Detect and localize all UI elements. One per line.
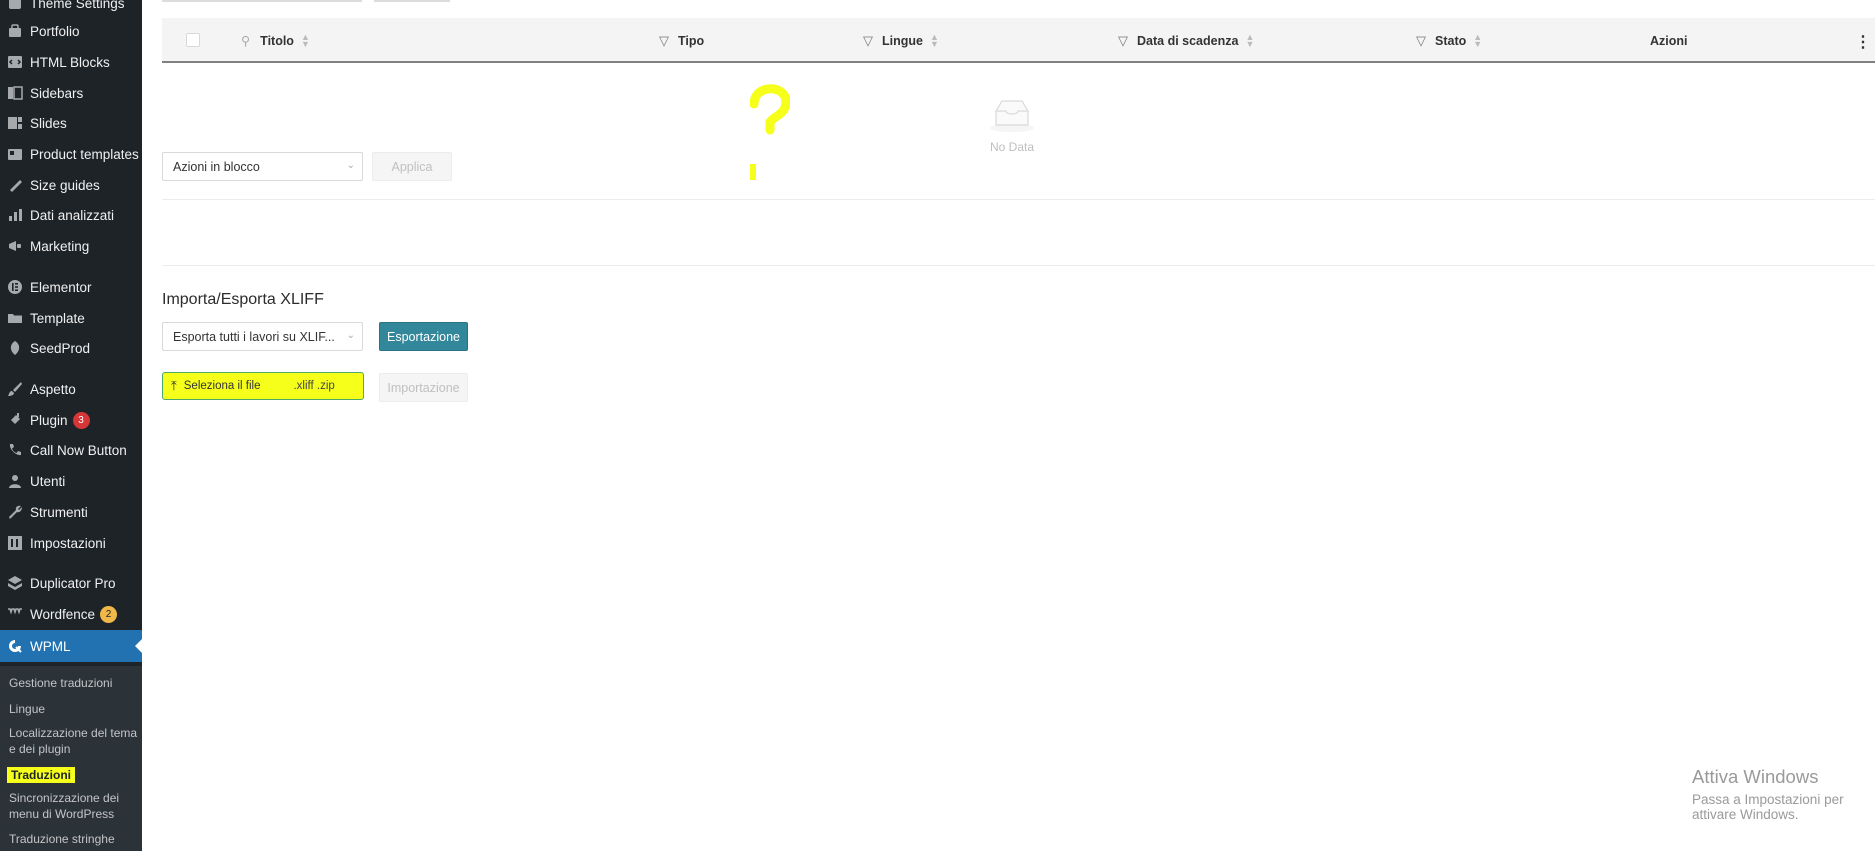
empty-state-label: No Data <box>989 140 1035 154</box>
menu-item-product-templates[interactable]: Product templates <box>0 141 142 167</box>
main-content: ⚲ Titolo ▲ ▼ ▽ Tipo ▽ Lingue ▲ ▼ ▽ Data di… <box>142 0 1875 851</box>
menu-item-template[interactable]: Template <box>0 305 142 331</box>
sort-icon[interactable]: ▲ ▼ <box>1473 32 1482 48</box>
chevron-down-icon: ⌄ <box>346 330 355 341</box>
folder-icon <box>0 310 30 326</box>
menu-item-wordfence[interactable]: Wordfence 2 <box>0 601 142 627</box>
menu-item-utenti[interactable]: Utenti <box>0 468 142 494</box>
wpml-submenu: Gestione traduzioni Lingue Localizzazion… <box>0 666 142 851</box>
menu-item-strumenti[interactable]: Strumenti <box>0 499 142 525</box>
theme-icon <box>0 0 30 11</box>
menu-item-seedprod[interactable]: SeedProd <box>0 335 142 361</box>
menu-item-sidebars[interactable]: Sidebars <box>0 80 142 106</box>
megaphone-icon <box>0 238 30 254</box>
sort-icon[interactable]: ▲ ▼ <box>301 32 310 48</box>
sort-icon[interactable]: ▲ ▼ <box>1245 32 1254 48</box>
settings-icon <box>0 535 30 551</box>
slides-icon <box>0 115 30 131</box>
menu-item-plugin[interactable]: Plugin 3 <box>0 407 142 433</box>
empty-inbox-icon <box>990 100 1034 132</box>
menu-item-call-now-button[interactable]: Call Now Button <box>0 437 142 463</box>
top-button-edge <box>374 0 450 2</box>
filter-icon[interactable]: ▽ <box>659 33 669 49</box>
top-input-edge <box>162 0 362 2</box>
column-title[interactable]: ⚲ Titolo ▲ ▼ <box>241 18 310 63</box>
elementor-icon <box>0 279 30 295</box>
plugin-icon <box>0 412 30 428</box>
xliff-section-title: Importa/Esporta XLIFF <box>162 291 324 308</box>
seedprod-icon <box>0 340 30 356</box>
column-actions: Azioni <box>1650 33 1688 48</box>
submenu-lingue[interactable]: Lingue <box>9 701 139 717</box>
menu-item-theme-settings[interactable]: Theme Settings <box>0 0 142 16</box>
yellow-question-mark-annotation <box>750 84 790 180</box>
admin-sidebar: Theme Settings Portfolio HTML Blocks Sid… <box>0 0 142 851</box>
filter-icon[interactable]: ▽ <box>1416 33 1426 49</box>
submenu-sincronizzazione-menu[interactable]: Sincronizzazione dei menu di WordPress <box>9 790 139 822</box>
divider <box>162 265 1875 266</box>
filter-icon[interactable]: ▽ <box>1118 33 1128 49</box>
submenu-localizzazione[interactable]: Localizzazione del tema e dei plugin <box>9 725 139 757</box>
wordfence-alert-badge: 2 <box>100 605 118 623</box>
menu-item-size-guides[interactable]: Size guides <box>0 172 142 198</box>
phone-icon <box>0 442 30 458</box>
bulk-actions-select[interactable]: Azioni in blocco ⌄ <box>162 152 363 181</box>
allowed-extensions: .xliff .zip <box>293 380 335 392</box>
search-icon[interactable]: ⚲ <box>241 33 250 48</box>
chart-icon <box>0 207 30 223</box>
apply-button[interactable]: Applica <box>372 152 452 181</box>
user-icon <box>0 473 30 489</box>
submenu-gestione-traduzioni[interactable]: Gestione traduzioni <box>9 675 139 691</box>
upload-icon: ⤒ <box>171 378 177 393</box>
menu-item-slides[interactable]: Slides <box>0 110 142 136</box>
column-status[interactable]: ▽ Stato ▲ ▼ <box>1416 18 1482 63</box>
import-button[interactable]: Importazione <box>379 373 468 402</box>
chevron-down-icon: ⌄ <box>346 160 355 171</box>
plugin-update-badge: 3 <box>72 411 90 429</box>
sort-icon[interactable]: ▲ ▼ <box>930 32 939 48</box>
select-file-button[interactable]: ⤒ Seleziona il file .xliff .zip <box>162 372 364 400</box>
menu-item-html-blocks[interactable]: HTML Blocks <box>0 49 142 75</box>
code-icon <box>0 54 30 70</box>
export-scope-select[interactable]: Esporta tutti i lavori su XLIF... ⌄ <box>162 322 363 351</box>
submenu-traduzione-stringhe[interactable]: Traduzione stringhe <box>9 831 139 847</box>
duplicator-icon <box>0 575 30 591</box>
wordfence-icon <box>0 606 30 622</box>
empty-state: No Data <box>976 97 1048 154</box>
column-settings-icon[interactable]: ⋮ <box>1855 32 1871 52</box>
column-languages[interactable]: ▽ Lingue ▲ ▼ <box>863 18 939 63</box>
windows-activation-watermark: Attiva Windows Passa a Impostazioni per … <box>1692 766 1844 822</box>
menu-item-marketing[interactable]: Marketing <box>0 233 142 259</box>
menu-item-wpml[interactable]: WPML <box>0 630 142 662</box>
menu-item-portfolio[interactable]: Portfolio <box>0 18 142 44</box>
portfolio-icon <box>0 23 30 39</box>
filter-icon[interactable]: ▽ <box>863 33 873 49</box>
submenu-traduzioni[interactable]: Traduzioni <box>7 767 75 783</box>
select-all-checkbox[interactable] <box>186 33 200 47</box>
menu-item-dati-analizzati[interactable]: Dati analizzati <box>0 202 142 228</box>
brush-icon <box>0 381 30 397</box>
column-type[interactable]: ▽ Tipo <box>659 18 704 63</box>
wpml-icon <box>0 638 30 654</box>
product-template-icon <box>0 146 30 162</box>
column-deadline[interactable]: ▽ Data di scadenza ▲ ▼ <box>1118 18 1254 63</box>
export-button[interactable]: Esportazione <box>379 322 468 351</box>
ruler-icon <box>0 177 30 193</box>
menu-item-elementor[interactable]: Elementor <box>0 274 142 300</box>
wrench-icon <box>0 504 30 520</box>
sidebar-icon <box>0 85 30 101</box>
divider <box>162 199 1875 200</box>
menu-item-impostazioni[interactable]: Impostazioni <box>0 530 142 556</box>
jobs-table-header: ⚲ Titolo ▲ ▼ ▽ Tipo ▽ Lingue ▲ ▼ ▽ Data di… <box>162 18 1875 63</box>
menu-item-duplicator-pro[interactable]: Duplicator Pro <box>0 570 142 596</box>
menu-item-aspetto[interactable]: Aspetto <box>0 376 142 402</box>
